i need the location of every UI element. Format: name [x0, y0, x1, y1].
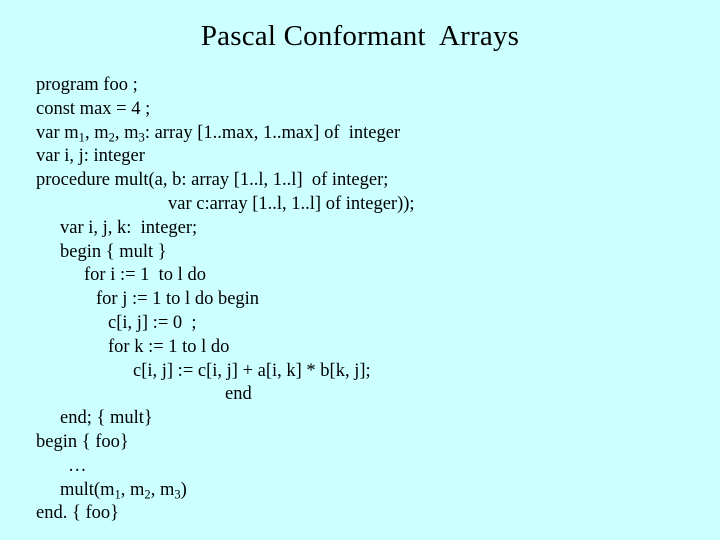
code-line: var m1, m2, m3: array [1..max, 1..max] o…: [36, 122, 401, 145]
code-line: mult(m1, m2, m3): [60, 479, 187, 502]
code-line: …: [68, 455, 87, 476]
code-line: var i, j, k: integer;: [60, 217, 198, 238]
subscript: 2: [108, 130, 115, 145]
code-line: c[i, j] := 0 ;: [108, 312, 197, 333]
subscript: 2: [144, 487, 151, 502]
subscript: 1: [114, 487, 121, 502]
code-line: begin { foo}: [36, 431, 129, 452]
code-line: program foo ;: [36, 75, 138, 95]
code-line: begin { mult }: [60, 241, 167, 262]
subscript: 3: [174, 487, 181, 502]
code-line: for i := 1 to l do: [84, 265, 206, 286]
code-line: end: [225, 384, 252, 405]
page-title: Pascal Conformant Arrays: [200, 20, 520, 52]
code-line: for k := 1 to l do: [108, 336, 230, 357]
code-line: c[i, j] := c[i, j] + a[i, k] * b[k, j];: [133, 360, 371, 381]
code-line: end; { mult}: [60, 408, 153, 429]
code-line: const max = 4 ;: [36, 98, 151, 119]
subscript: 1: [78, 130, 85, 145]
code-line: for j := 1 to l do begin: [96, 289, 260, 310]
subscript: 3: [138, 130, 145, 145]
pascal-code-block: program foo ; const max = 4 ; var m1, m2, …: [36, 74, 706, 526]
code-line: end. { foo}: [36, 503, 120, 524]
code-line: procedure mult(a, b: array [1..l, 1..l] …: [36, 170, 389, 191]
code-line: var c:array [1..l, 1..l] of integer));: [168, 193, 415, 214]
presentation-slide: Pascal Conformant Arrays program foo ; co…: [0, 0, 720, 540]
code-line: var i, j: integer: [36, 146, 145, 167]
